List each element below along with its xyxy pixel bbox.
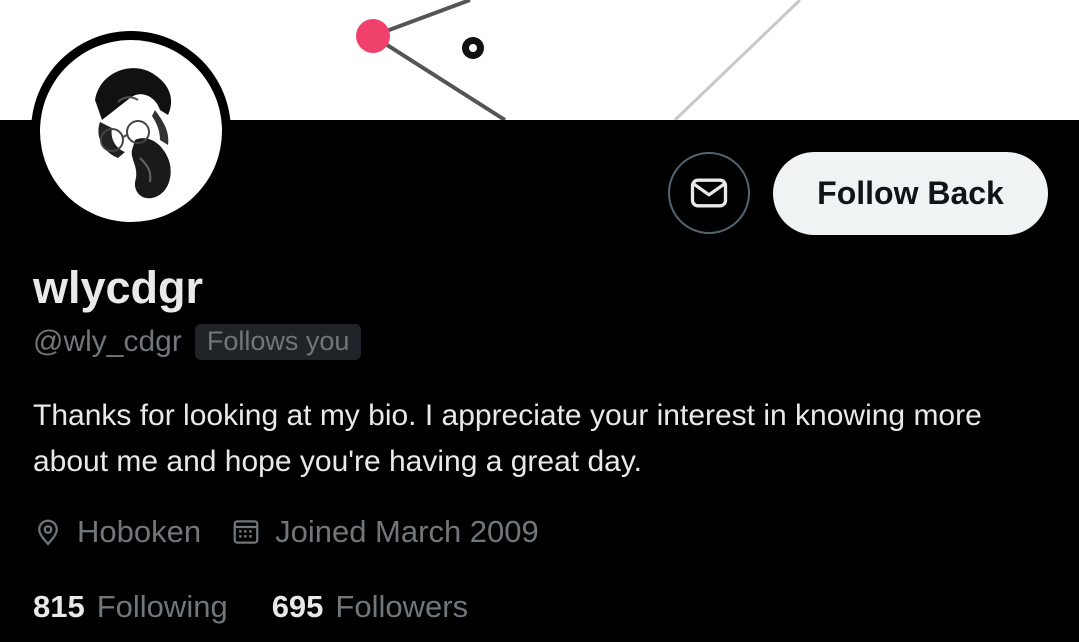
follows-you-badge: Follows you (194, 324, 362, 360)
handle-row: @wly_cdgr Follows you (33, 322, 362, 362)
followers-link[interactable]: 695 Followers (272, 589, 468, 625)
profile-meta: Hoboken Joined March 2009 (33, 511, 539, 553)
joined-item: Joined March 2009 (231, 514, 539, 550)
avatar[interactable] (31, 31, 231, 231)
following-link[interactable]: 815 Following (33, 589, 228, 625)
message-button[interactable] (668, 152, 750, 234)
user-handle: @wly_cdgr (33, 325, 182, 358)
followers-label: Followers (335, 589, 469, 624)
profile-bio: Thanks for looking at my bio. I apprecia… (33, 399, 982, 478)
location-pin-icon (33, 517, 63, 547)
followers-count: 695 (271, 589, 324, 624)
following-label: Following (96, 589, 228, 624)
follow-stats: 815 Following 695 Followers (33, 585, 468, 629)
location-item: Hoboken (33, 514, 201, 550)
calendar-icon (231, 517, 261, 547)
joined-text: Joined March 2009 (275, 514, 539, 549)
display-name: wlycdgr (33, 262, 204, 313)
envelope-icon (687, 171, 731, 215)
follow-back-button[interactable]: Follow Back (773, 152, 1048, 235)
following-count: 815 (33, 589, 85, 624)
avatar-image (40, 40, 222, 222)
location-text: Hoboken (77, 514, 202, 549)
